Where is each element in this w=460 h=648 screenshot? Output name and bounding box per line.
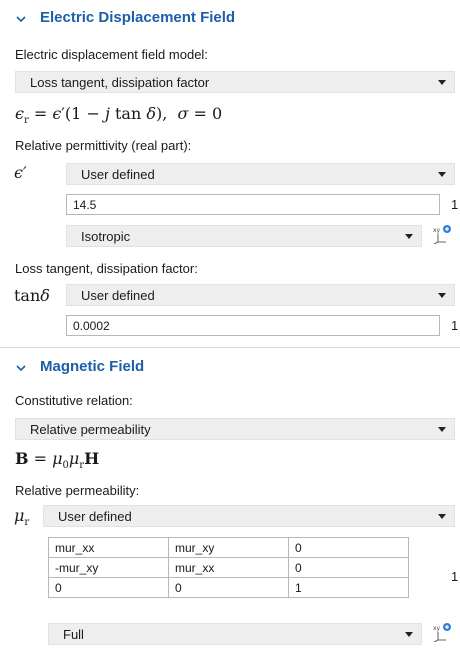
- electric-section-title: Electric Displacement Field: [40, 9, 236, 26]
- dropdown-arrow-icon: [405, 632, 413, 637]
- dropdown-arrow-icon: [438, 427, 446, 432]
- matrix-cell[interactable]: mur_xy: [168, 537, 289, 558]
- matrix-cell[interactable]: -mur_xy: [48, 557, 169, 578]
- permittivity-label: Relative permittivity (real part):: [15, 138, 192, 153]
- relation-label: Constitutive relation:: [15, 393, 133, 408]
- matrix-cell[interactable]: 0: [48, 577, 169, 598]
- mu-type-value: Full: [63, 626, 84, 642]
- model-select-value: Loss tangent, dissipation factor: [30, 74, 210, 90]
- loss-label: Loss tangent, dissipation factor:: [15, 261, 198, 276]
- matrix-row: mur_xx mur_xy 0: [48, 537, 409, 558]
- svg-text:xy: xy: [433, 227, 441, 234]
- matrix-cell[interactable]: 0: [288, 537, 409, 558]
- matrix-cell[interactable]: mur_xx: [168, 557, 289, 578]
- section-divider: [0, 347, 460, 348]
- matrix-row: 0 0 1: [48, 577, 409, 598]
- mu-source-value: User defined: [58, 508, 132, 524]
- relation-select-value: Relative permeability: [30, 421, 151, 437]
- tan-unit: 1: [451, 318, 459, 333]
- permeability-equation: B = μ0μrH: [15, 449, 100, 472]
- tan-value-input[interactable]: 0.0002: [66, 315, 440, 336]
- coordinate-system-icon[interactable]: xy: [432, 622, 452, 642]
- tan-source-value: User defined: [81, 287, 155, 303]
- permeability-label: Relative permeability:: [15, 483, 140, 498]
- dropdown-arrow-icon: [438, 80, 446, 85]
- tan-delta-symbol: tanδ: [14, 286, 50, 305]
- epsilon-type-value: Isotropic: [81, 228, 131, 244]
- epsilon-source-select[interactable]: User defined: [66, 163, 455, 185]
- epsilon-type-select[interactable]: Isotropic: [66, 225, 422, 247]
- epsilon-value-input[interactable]: 14.5: [66, 194, 440, 215]
- matrix-cell[interactable]: 0: [168, 577, 289, 598]
- tan-source-select[interactable]: User defined: [66, 284, 455, 306]
- electric-section-header[interactable]: Electric Displacement Field: [0, 0, 460, 36]
- permeability-matrix: mur_xx mur_xy 0 -mur_xy mur_xx 0 0 0 1: [48, 537, 409, 598]
- svg-text:xy: xy: [433, 625, 441, 632]
- matrix-row: -mur_xy mur_xx 0: [48, 557, 409, 578]
- model-label: Electric displacement field model:: [15, 47, 208, 62]
- coordinate-system-icon[interactable]: xy: [432, 224, 452, 244]
- matrix-cell[interactable]: 0: [288, 557, 409, 578]
- chevron-down-icon: [16, 365, 26, 372]
- dropdown-arrow-icon: [438, 514, 446, 519]
- magnetic-section-header[interactable]: Magnetic Field: [0, 349, 460, 385]
- matrix-cell[interactable]: mur_xx: [48, 537, 169, 558]
- permittivity-equation: ϵr = ϵ′(1 − j tan δ), σ = 0: [15, 104, 223, 127]
- epsilon-prime-symbol: ϵ′: [14, 163, 27, 182]
- epsilon-source-value: User defined: [81, 166, 155, 182]
- epsilon-unit: 1: [451, 197, 459, 212]
- dropdown-arrow-icon: [438, 293, 446, 298]
- relation-select[interactable]: Relative permeability: [15, 418, 455, 440]
- dropdown-arrow-icon: [438, 172, 446, 177]
- dropdown-arrow-icon: [405, 234, 413, 239]
- mu-type-select[interactable]: Full: [48, 623, 422, 645]
- model-select[interactable]: Loss tangent, dissipation factor: [15, 71, 455, 93]
- mu-r-symbol: μr: [14, 506, 30, 529]
- mu-unit: 1: [451, 569, 459, 584]
- matrix-cell[interactable]: 1: [288, 577, 409, 598]
- mu-source-select[interactable]: User defined: [43, 505, 455, 527]
- chevron-down-icon: [16, 16, 26, 23]
- magnetic-section-title: Magnetic Field: [40, 358, 145, 375]
